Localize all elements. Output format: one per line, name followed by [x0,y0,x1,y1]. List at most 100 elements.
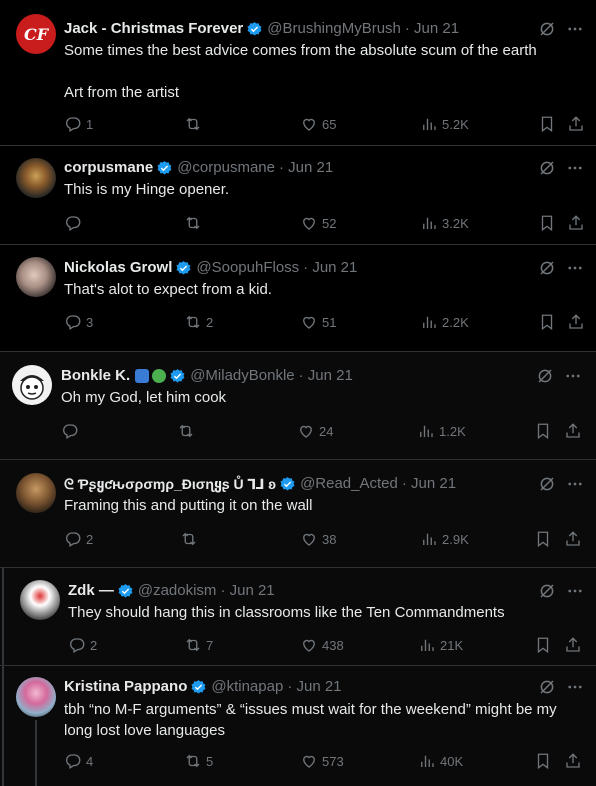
views-button[interactable]: 5.2K [420,113,469,135]
views-button[interactable]: 3.2K [420,212,469,234]
share-button[interactable] [564,420,582,442]
grok-icon[interactable] [538,159,556,177]
author-name[interactable]: corpusmane [64,157,153,179]
share-button[interactable] [567,212,585,234]
tweet-date[interactable]: · Jun 21 [405,18,459,40]
bookmark-button[interactable] [534,750,552,772]
author-handle[interactable]: @Read_Acted [300,473,398,495]
reply-button[interactable]: 3 [64,311,93,333]
more-options-icon[interactable] [564,367,582,385]
grok-icon[interactable] [538,582,556,600]
grok-icon[interactable] [538,475,556,493]
reply-button[interactable] [64,212,86,234]
tweet-date[interactable]: · Jun 21 [299,365,353,387]
tweet-item[interactable]: ᘓ Ƥʂყƈԋσρσɱρ_Ðισɳყʂ Ů ⅂⅃ ʚ @Read_Acted ·… [0,460,596,568]
share-button[interactable] [564,528,582,550]
more-options-icon[interactable] [566,159,584,177]
author-handle[interactable]: @corpusmane [177,157,275,179]
tweet-item[interactable]: CF Jack - Christmas Forever @BrushingMyB… [0,0,596,146]
retweet-button[interactable]: 5 [184,750,213,772]
reply-button[interactable]: 4 [64,750,93,772]
author-name[interactable]: Kristina Pappano [64,676,187,698]
cartoon-face-icon [20,375,44,400]
tweet-date[interactable]: · Jun 21 [303,257,357,279]
tweet-item[interactable]: Nickolas Growl @SoopuhFloss · Jun 21 Tha… [0,245,596,352]
tweet-text: tbh “no M-F arguments” & “issues must wa… [64,701,557,739]
retweet-button[interactable]: 7 [184,634,213,656]
avatar[interactable] [16,257,56,297]
like-button[interactable]: 38 [300,528,336,550]
share-button[interactable] [567,113,585,135]
tweet-item[interactable]: Kristina Pappano @ktinapap · Jun 21 tbh … [0,666,596,786]
bookmark-button[interactable] [538,212,556,234]
like-button[interactable]: 573 [300,750,344,772]
grok-icon[interactable] [536,367,554,385]
retweet-button[interactable] [180,528,202,550]
tweet-date[interactable]: · Jun 21 [279,157,333,179]
views-button[interactable]: 1.2K [417,420,466,442]
grok-icon[interactable] [538,259,556,277]
more-options-icon[interactable] [566,20,584,38]
bookmark-button[interactable] [538,311,556,333]
tweet-date[interactable]: · Jun 21 [220,580,274,602]
bookmark-button[interactable] [534,528,552,550]
avatar[interactable] [12,365,52,405]
tweet-date[interactable]: · Jun 21 [287,676,341,698]
share-button[interactable] [564,750,582,772]
views-button[interactable]: 2.2K [420,311,469,333]
reply-button[interactable]: 2 [64,528,93,550]
author-handle[interactable]: @MiladyBonkle [190,365,294,387]
bookmark-icon [541,116,553,133]
bookmark-button[interactable] [538,113,556,135]
bookmark-button[interactable] [534,634,552,656]
views-icon [421,639,434,651]
reply-button[interactable] [61,420,83,442]
bookmark-button[interactable] [534,420,552,442]
reply-button[interactable]: 2 [68,634,97,656]
author-handle[interactable]: @BrushingMyBrush [267,18,401,40]
author-name[interactable]: Jack - Christmas Forever [64,18,243,40]
author-name[interactable]: Nickolas Growl [64,257,172,279]
avatar[interactable] [16,158,56,198]
views-button[interactable]: 21K [418,634,463,656]
views-button[interactable]: 2.9K [420,528,469,550]
author-handle[interactable]: @SoopuhFloss [196,257,299,279]
avatar[interactable] [16,677,56,717]
retweet-button[interactable] [184,212,206,234]
share-button[interactable] [567,311,585,333]
more-options-icon[interactable] [566,678,584,696]
bookmark-icon [537,531,549,548]
like-button[interactable]: 65 [300,113,336,135]
like-button[interactable]: 438 [300,634,344,656]
retweet-button[interactable]: 2 [184,311,213,333]
author-handle[interactable]: @ktinapap [211,676,283,698]
like-button[interactable]: 51 [300,311,336,333]
grok-icon[interactable] [538,678,556,696]
more-options-icon[interactable] [566,259,584,277]
tweet-header: corpusmane @corpusmane · Jun 21 [64,157,333,179]
retweet-button[interactable] [184,113,206,135]
author-name[interactable]: Bonkle K. [61,365,130,387]
tweet-item[interactable]: Bonkle K. @MiladyBonkle · Jun 21 Oh my G… [0,352,596,460]
avatar[interactable] [20,580,60,620]
author-name[interactable]: ᘓ Ƥʂყƈԋσρσɱρ_Ðισɳყʂ Ů ⅂⅃ ʚ [64,473,276,495]
more-options-icon[interactable] [566,475,584,493]
like-icon [303,755,315,768]
like-button[interactable]: 52 [300,212,336,234]
more-options-icon[interactable] [566,582,584,600]
reply-count: 4 [86,753,94,769]
grok-icon[interactable] [538,20,556,38]
retweet-button[interactable] [177,420,199,442]
views-button[interactable]: 40K [418,750,463,772]
avatar[interactable]: CF [16,14,56,54]
tweet-item[interactable]: Zdk — @zadokism · Jun 21 They should han… [0,568,596,666]
author-name[interactable]: Zdk — [68,580,114,602]
tweet-header: ᘓ Ƥʂყƈԋσρσɱρ_Ðισɳყʂ Ů ⅂⅃ ʚ @Read_Acted ·… [64,473,456,495]
share-button[interactable] [564,634,582,656]
reply-button[interactable]: 1 [64,113,93,135]
like-button[interactable]: 24 [297,420,333,442]
author-handle[interactable]: @zadokism [138,580,217,602]
avatar[interactable] [16,473,56,513]
tweet-date[interactable]: · Jun 21 [402,473,456,495]
tweet-item[interactable]: corpusmane @corpusmane · Jun 21 This is … [0,146,596,245]
